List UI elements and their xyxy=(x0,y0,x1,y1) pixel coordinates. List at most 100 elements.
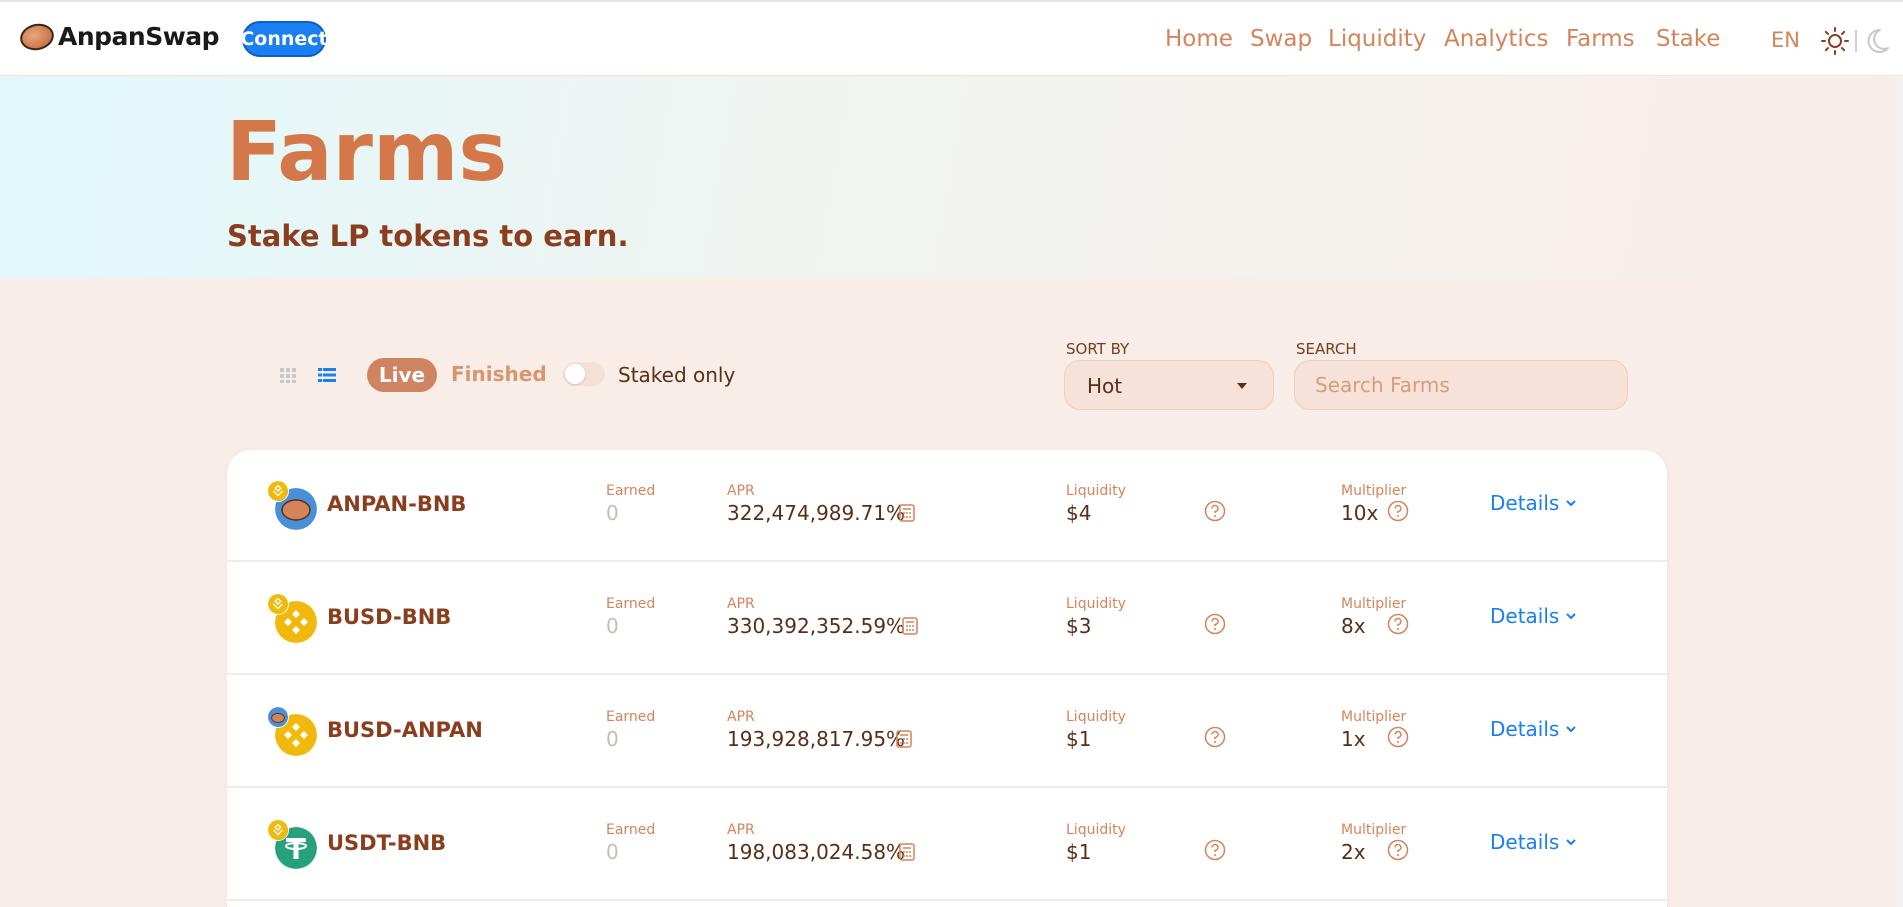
staked-only-label: Staked only xyxy=(618,363,736,387)
farms-table: ANPAN-BNB Earned 0 APR 322,474,989.71% L… xyxy=(227,450,1667,907)
toggle-knob xyxy=(565,364,585,384)
bnb-token-icon xyxy=(267,819,289,841)
connect-button[interactable]: Connect xyxy=(240,21,328,57)
nav-home[interactable]: Home xyxy=(1165,26,1233,52)
help-icon[interactable] xyxy=(1387,839,1409,861)
anpan-logo-icon xyxy=(17,20,57,53)
multiplier-value: 2x xyxy=(1341,840,1366,864)
caret-down-icon xyxy=(1237,383,1247,389)
chevron-down-icon xyxy=(1566,613,1577,620)
tab-finished[interactable]: Finished xyxy=(451,362,547,386)
calculator-icon[interactable] xyxy=(899,843,915,861)
details-toggle[interactable]: Details xyxy=(1490,491,1577,515)
details-label: Details xyxy=(1490,491,1560,515)
hero-banner: Farms Stake LP tokens to earn. xyxy=(0,77,1903,278)
details-label: Details xyxy=(1490,604,1560,628)
details-label: Details xyxy=(1490,830,1560,854)
liquidity-value: $1 xyxy=(1066,840,1092,864)
apr-label: APR xyxy=(727,483,755,499)
staked-only-toggle[interactable] xyxy=(563,362,605,386)
multiplier-value: 8x xyxy=(1341,614,1366,638)
apr-value: 322,474,989.71% xyxy=(727,501,906,525)
moon-icon[interactable] xyxy=(1862,26,1892,56)
chevron-down-icon xyxy=(1566,839,1577,846)
liquidity-label: Liquidity xyxy=(1066,596,1126,612)
sort-select[interactable]: Hot xyxy=(1064,360,1274,410)
liquidity-label: Liquidity xyxy=(1066,709,1126,725)
apr-label: APR xyxy=(727,596,755,612)
sort-label: SORT BY xyxy=(1066,340,1130,358)
multiplier-label: Multiplier xyxy=(1341,596,1407,612)
details-toggle[interactable]: Details xyxy=(1490,717,1577,741)
earned-value: 0 xyxy=(606,840,619,864)
multiplier-label: Multiplier xyxy=(1341,483,1407,499)
logo[interactable]: AnpanSwap xyxy=(17,20,220,53)
details-toggle[interactable]: Details xyxy=(1490,830,1577,854)
nav-liquidity[interactable]: Liquidity xyxy=(1328,26,1426,52)
header: AnpanSwap Connect Home Swap Liquidity An… xyxy=(0,2,1903,76)
token-pair-icon xyxy=(267,706,321,760)
farm-pair-name: BUSD-ANPAN xyxy=(327,718,483,742)
help-icon[interactable] xyxy=(1387,726,1409,748)
earned-label: Earned xyxy=(606,483,656,499)
table-row[interactable]: USDT-BNB Earned 0 APR 198,083,024.58% Li… xyxy=(227,789,1667,901)
sort-value: Hot xyxy=(1087,374,1123,398)
multiplier-value: 1x xyxy=(1341,727,1366,751)
tab-live[interactable]: Live xyxy=(367,358,437,392)
multiplier-value: 10x xyxy=(1341,501,1379,525)
liquidity-value: $3 xyxy=(1066,614,1092,638)
earned-value: 0 xyxy=(606,501,619,525)
liquidity-label: Liquidity xyxy=(1066,822,1126,838)
liquidity-value: $1 xyxy=(1066,727,1092,751)
token-pair-icon xyxy=(267,819,321,873)
help-icon[interactable] xyxy=(1387,613,1409,635)
calculator-icon[interactable] xyxy=(899,504,915,522)
earned-value: 0 xyxy=(606,614,619,638)
calculator-icon[interactable] xyxy=(902,617,918,635)
logo-text: AnpanSwap xyxy=(58,22,220,51)
help-icon[interactable] xyxy=(1387,500,1409,522)
details-label: Details xyxy=(1490,717,1560,741)
help-icon[interactable] xyxy=(1204,613,1226,635)
nav-stake[interactable]: Stake xyxy=(1656,26,1720,52)
language-selector[interactable]: EN xyxy=(1771,28,1800,52)
farm-pair-name: BUSD-BNB xyxy=(327,605,452,629)
help-icon[interactable] xyxy=(1204,839,1226,861)
help-icon[interactable] xyxy=(1204,500,1226,522)
sun-icon[interactable] xyxy=(1820,26,1850,56)
bnb-token-icon xyxy=(267,480,289,502)
page-scrollbar[interactable] xyxy=(1896,77,1903,907)
chevron-down-icon xyxy=(1566,500,1577,507)
calculator-icon[interactable] xyxy=(896,730,912,748)
liquidity-label: Liquidity xyxy=(1066,483,1126,499)
apr-label: APR xyxy=(727,709,755,725)
search-label: SEARCH xyxy=(1296,340,1357,358)
nav-farms[interactable]: Farms xyxy=(1566,26,1635,52)
search-input[interactable] xyxy=(1294,360,1628,410)
details-toggle[interactable]: Details xyxy=(1490,604,1577,628)
nav-swap[interactable]: Swap xyxy=(1250,26,1312,52)
grid-view-icon[interactable] xyxy=(279,366,297,384)
table-row[interactable]: ANPAN-BNB Earned 0 APR 322,474,989.71% L… xyxy=(227,450,1667,562)
earned-label: Earned xyxy=(606,822,656,838)
earned-label: Earned xyxy=(606,596,656,612)
earned-label: Earned xyxy=(606,709,656,725)
farm-pair-name: ANPAN-BNB xyxy=(327,492,467,516)
anpan-token-icon xyxy=(267,706,289,728)
page-subtitle: Stake LP tokens to earn. xyxy=(227,219,629,253)
table-row[interactable]: BUSD-BNB Earned 0 APR 330,392,352.59% Li… xyxy=(227,563,1667,675)
liquidity-value: $4 xyxy=(1066,501,1092,525)
theme-separator xyxy=(1855,30,1857,52)
bnb-token-icon xyxy=(267,593,289,615)
apr-value: 330,392,352.59% xyxy=(727,614,906,638)
multiplier-label: Multiplier xyxy=(1341,709,1407,725)
apr-value: 193,928,817.95% xyxy=(727,727,906,751)
table-row[interactable]: BUSD-ANPAN Earned 0 APR 193,928,817.95% … xyxy=(227,676,1667,788)
apr-value: 198,083,024.58% xyxy=(727,840,906,864)
farm-pair-name: USDT-BNB xyxy=(327,831,447,855)
list-view-icon[interactable] xyxy=(318,366,336,384)
multiplier-label: Multiplier xyxy=(1341,822,1407,838)
chevron-down-icon xyxy=(1566,726,1577,733)
help-icon[interactable] xyxy=(1204,726,1226,748)
nav-analytics[interactable]: Analytics xyxy=(1444,26,1548,52)
